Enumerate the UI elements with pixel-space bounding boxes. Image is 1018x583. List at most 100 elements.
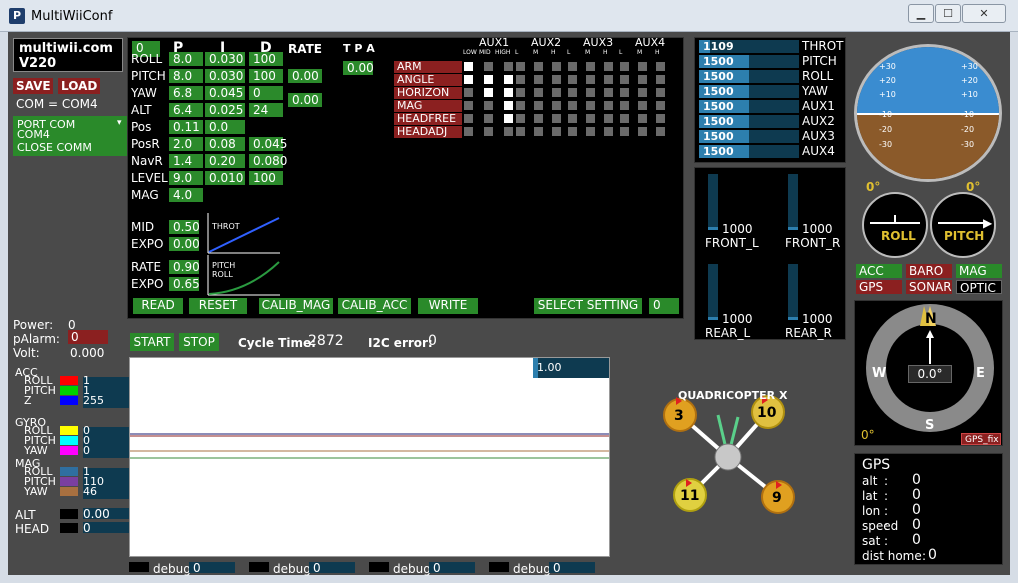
- aux-checkbox[interactable]: [568, 101, 577, 110]
- pid-d-field[interactable]: 100: [249, 52, 283, 66]
- aux-checkbox[interactable]: [586, 88, 595, 97]
- aux-checkbox[interactable]: [586, 114, 595, 123]
- load-button[interactable]: LOAD: [58, 78, 100, 94]
- aux-checkbox[interactable]: [620, 114, 629, 123]
- aux-checkbox[interactable]: [638, 62, 647, 71]
- aux-checkbox[interactable]: [620, 127, 629, 136]
- pid-i-field[interactable]: 0.030: [205, 69, 245, 83]
- aux-checkbox[interactable]: [620, 75, 629, 84]
- rate-rollpitch[interactable]: 0.00: [288, 69, 322, 83]
- save-button[interactable]: SAVE: [13, 78, 53, 94]
- aux-checkbox[interactable]: [552, 62, 561, 71]
- aux-checkbox[interactable]: [504, 101, 513, 110]
- pid-i-field[interactable]: 0.025: [205, 103, 245, 117]
- sensor-color-swatch[interactable]: [60, 487, 78, 496]
- pid-p-field[interactable]: 0.11: [169, 120, 203, 134]
- stop-button[interactable]: STOP: [179, 333, 219, 351]
- debug-swatch[interactable]: [249, 562, 269, 572]
- rate-yaw[interactable]: 0.00: [288, 93, 322, 107]
- aux-checkbox[interactable]: [586, 62, 595, 71]
- aux-checkbox[interactable]: [604, 114, 613, 123]
- aux-checkbox[interactable]: [534, 127, 543, 136]
- aux-checkbox[interactable]: [620, 62, 629, 71]
- sensor-color-swatch[interactable]: [60, 376, 78, 385]
- tpa-value[interactable]: 0.00: [343, 61, 374, 75]
- pid-d-field[interactable]: 0: [249, 86, 283, 100]
- pid-d-field[interactable]: 100: [249, 171, 283, 185]
- aux-checkbox[interactable]: [516, 75, 525, 84]
- aux-checkbox[interactable]: [604, 88, 613, 97]
- aux-checkbox[interactable]: [504, 114, 513, 123]
- aux-checkbox[interactable]: [534, 62, 543, 71]
- aux-checkbox[interactable]: [586, 75, 595, 84]
- aux-checkbox[interactable]: [552, 88, 561, 97]
- aux-checkbox[interactable]: [604, 101, 613, 110]
- pid-d-field[interactable]: 24: [249, 103, 283, 117]
- aux-checkbox[interactable]: [568, 88, 577, 97]
- port-com-dropdown-icon[interactable]: ▾: [117, 116, 122, 130]
- aux-checkbox[interactable]: [504, 127, 513, 136]
- aux-checkbox[interactable]: [604, 75, 613, 84]
- sensor-color-swatch[interactable]: [60, 436, 78, 445]
- close-comm-button[interactable]: CLOSE COMM: [17, 141, 92, 155]
- aux-checkbox[interactable]: [638, 101, 647, 110]
- graph-scale[interactable]: 1.00: [533, 358, 609, 378]
- pid-d-field[interactable]: 100: [249, 69, 283, 83]
- aux-checkbox[interactable]: [552, 127, 561, 136]
- minimize-button[interactable]: ▁: [908, 4, 934, 23]
- aux-checkbox[interactable]: [516, 127, 525, 136]
- throttle-expo[interactable]: 0.00: [169, 237, 200, 251]
- pid-p-field[interactable]: 8.0: [169, 52, 203, 66]
- aux-checkbox[interactable]: [604, 62, 613, 71]
- aux-checkbox[interactable]: [534, 114, 543, 123]
- aux-checkbox[interactable]: [504, 88, 513, 97]
- sensor-color-swatch[interactable]: [60, 426, 78, 435]
- aux-checkbox[interactable]: [516, 62, 525, 71]
- start-button[interactable]: START: [130, 333, 174, 351]
- pid-p-field[interactable]: 8.0: [169, 69, 203, 83]
- throttle-mid[interactable]: 0.50: [169, 220, 200, 234]
- aux-checkbox[interactable]: [534, 101, 543, 110]
- aux-checkbox[interactable]: [484, 62, 493, 71]
- aux-checkbox[interactable]: [586, 127, 595, 136]
- aux-checkbox[interactable]: [656, 114, 665, 123]
- aux-checkbox[interactable]: [516, 88, 525, 97]
- aux-checkbox[interactable]: [484, 75, 493, 84]
- port-com-value[interactable]: COM4: [17, 128, 50, 142]
- aux-checkbox[interactable]: [656, 62, 665, 71]
- aux-checkbox[interactable]: [552, 101, 561, 110]
- aux-checkbox[interactable]: [552, 114, 561, 123]
- aux-checkbox[interactable]: [638, 88, 647, 97]
- aux-checkbox[interactable]: [568, 127, 577, 136]
- aux-checkbox[interactable]: [620, 88, 629, 97]
- maximize-button[interactable]: ☐: [935, 4, 961, 23]
- aux-checkbox[interactable]: [638, 114, 647, 123]
- aux-checkbox[interactable]: [464, 101, 473, 110]
- aux-checkbox[interactable]: [568, 75, 577, 84]
- calib-acc-button[interactable]: CALIB_ACC: [338, 298, 411, 314]
- pid-i-field[interactable]: 0.0: [205, 120, 245, 134]
- aux-checkbox[interactable]: [568, 114, 577, 123]
- pid-i-field[interactable]: 0.030: [205, 52, 245, 66]
- aux-checkbox[interactable]: [516, 101, 525, 110]
- sensor-color-swatch[interactable]: [60, 386, 78, 395]
- aux-checkbox[interactable]: [464, 62, 473, 71]
- sensor-color-swatch[interactable]: [60, 477, 78, 486]
- aux-checkbox[interactable]: [484, 114, 493, 123]
- aux-checkbox[interactable]: [534, 88, 543, 97]
- pid-d-field[interactable]: 0.045: [249, 137, 287, 151]
- aux-checkbox[interactable]: [656, 88, 665, 97]
- rc-expo[interactable]: 0.65: [169, 277, 200, 291]
- pid-p-field[interactable]: 6.8: [169, 86, 203, 100]
- sensor-alt-swatch[interactable]: [60, 509, 78, 519]
- pid-i-field[interactable]: 0.20: [205, 154, 245, 168]
- close-button[interactable]: ✕: [962, 4, 1006, 23]
- aux-checkbox[interactable]: [638, 127, 647, 136]
- pid-p-field[interactable]: 9.0: [169, 171, 203, 185]
- sensor-color-swatch[interactable]: [60, 446, 78, 455]
- palarm-value[interactable]: 0: [68, 330, 108, 344]
- aux-checkbox[interactable]: [620, 101, 629, 110]
- debug-swatch[interactable]: [489, 562, 509, 572]
- pid-p-field[interactable]: 1.4: [169, 154, 203, 168]
- debug-swatch[interactable]: [369, 562, 389, 572]
